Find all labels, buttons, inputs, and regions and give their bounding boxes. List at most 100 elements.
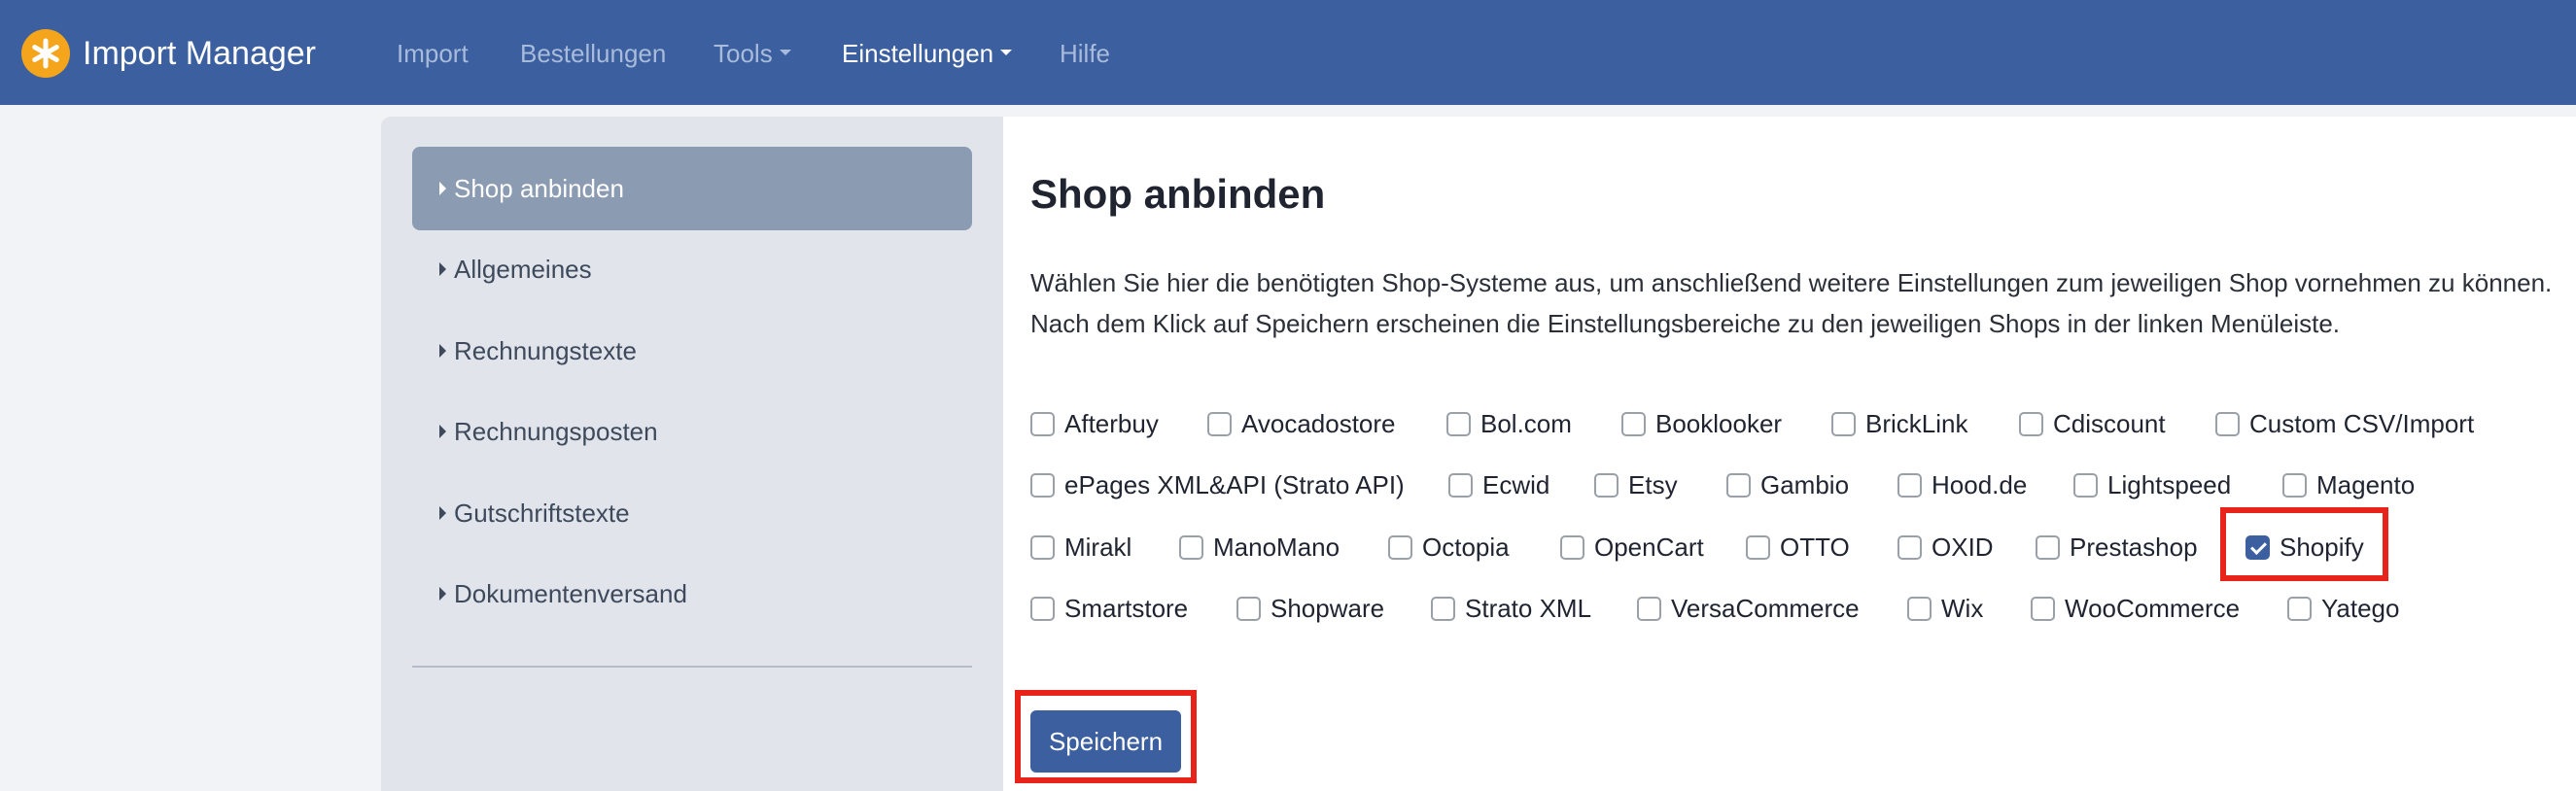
top-navbar: Import Manager Import Bestellungen Tools…: [0, 0, 2576, 105]
shop-checkbox-opencart[interactable]: OpenCart: [1560, 533, 1704, 563]
nav-bestellungen[interactable]: Bestellungen: [520, 37, 666, 70]
checkbox[interactable]: [1621, 412, 1646, 436]
checkbox-label: ePages XML&API (Strato API): [1064, 470, 1405, 499]
shop-checkbox-afterbuy[interactable]: Afterbuy: [1030, 409, 1159, 439]
checkbox[interactable]: [1594, 473, 1619, 498]
nav-import-label: Import: [397, 39, 469, 68]
shop-checkbox-gambio[interactable]: Gambio: [1726, 470, 1849, 500]
checkbox-label: OTTO: [1780, 533, 1850, 562]
checkbox-label: Shopware: [1271, 594, 1385, 623]
shop-checkbox-hood-de[interactable]: Hood.de: [1897, 470, 2027, 500]
shop-checkbox-octopia[interactable]: Octopia: [1388, 533, 1510, 563]
caret-right-icon: [439, 182, 446, 195]
shop-checkbox-magento[interactable]: Magento: [2282, 470, 2415, 500]
shop-checkbox-versacommerce[interactable]: VersaCommerce: [1637, 594, 1860, 624]
checkbox-label: Ecwid: [1482, 470, 1550, 499]
shop-checkbox-prestashop[interactable]: Prestashop: [2036, 533, 2198, 563]
checkbox[interactable]: [2282, 473, 2307, 498]
shop-checkbox-booklooker[interactable]: Booklooker: [1621, 409, 1782, 439]
shop-checkbox-manomano[interactable]: ManoMano: [1179, 533, 1340, 563]
shop-checkbox-otto[interactable]: OTTO: [1746, 533, 1850, 563]
shop-checkbox-shopware[interactable]: Shopware: [1236, 594, 1384, 624]
checkbox-label: Bol.com: [1480, 409, 1572, 438]
checkbox[interactable]: [1179, 535, 1203, 560]
nav-tools-label: Tools: [714, 39, 773, 68]
sidebar-divider: [412, 666, 972, 668]
checkbox[interactable]: [2036, 535, 2060, 560]
checkbox[interactable]: [1030, 597, 1055, 621]
checkbox[interactable]: [2073, 473, 2098, 498]
shop-checkbox-woocommerce[interactable]: WooCommerce: [2031, 594, 2240, 624]
checkbox[interactable]: [1897, 473, 1922, 498]
checkbox[interactable]: [1637, 597, 1661, 621]
checkbox[interactable]: [2031, 597, 2055, 621]
checkbox[interactable]: [1431, 597, 1455, 621]
sidebar-item-gutschriftstexte[interactable]: Gutschriftstexte: [412, 471, 972, 555]
shop-checkbox-cdiscount[interactable]: Cdiscount: [2019, 409, 2166, 439]
shop-checkbox-ecwid[interactable]: Ecwid: [1448, 470, 1549, 500]
checkbox[interactable]: [1030, 412, 1055, 436]
save-highlight-box: [1015, 690, 1197, 783]
app-title: Import Manager: [83, 34, 316, 72]
shop-checkbox-yatego[interactable]: Yatego: [2287, 594, 2399, 624]
checkbox[interactable]: [1207, 412, 1232, 436]
nav-hilfe-label: Hilfe: [1060, 39, 1111, 68]
nav-hilfe[interactable]: Hilfe: [1060, 37, 1110, 70]
checkbox[interactable]: [2287, 597, 2312, 621]
asterisk-logo-icon: [21, 29, 70, 78]
nav-tools[interactable]: Tools: [714, 37, 791, 70]
settings-sidebar: Shop anbinden Allgemeines Rechnungstexte…: [381, 117, 1003, 791]
sidebar-item-rechnungstexte[interactable]: Rechnungstexte: [412, 309, 972, 393]
shop-checkbox-etsy[interactable]: Etsy: [1594, 470, 1678, 500]
sidebar-item-allgemeines[interactable]: Allgemeines: [412, 227, 972, 311]
page-title: Shop anbinden: [1030, 171, 1326, 217]
checkbox-label: Afterbuy: [1064, 409, 1159, 438]
checkbox[interactable]: [1236, 597, 1261, 621]
checkbox[interactable]: [1746, 535, 1770, 560]
shop-checkbox-epages[interactable]: ePages XML&API (Strato API): [1030, 470, 1405, 500]
checkbox[interactable]: [1446, 412, 1471, 436]
sidebar-item-shop-anbinden[interactable]: Shop anbinden: [412, 147, 972, 230]
checkbox-label: Wix: [1941, 594, 1984, 623]
shop-checkbox-smartstore[interactable]: Smartstore: [1030, 594, 1188, 624]
sidebar-item-dokumentenversand[interactable]: Dokumentenversand: [412, 552, 972, 636]
checkbox-label: ManoMano: [1213, 533, 1340, 562]
checkbox[interactable]: [1388, 535, 1412, 560]
sidebar-item-rechnungsposten[interactable]: Rechnungsposten: [412, 390, 972, 473]
checkbox[interactable]: [1897, 535, 1922, 560]
checkbox-label: WooCommerce: [2065, 594, 2241, 623]
checkbox[interactable]: [1448, 473, 1473, 498]
checkbox-label: Smartstore: [1064, 594, 1189, 623]
checkbox-label: Avocadostore: [1241, 409, 1396, 438]
shop-checkbox-oxid[interactable]: OXID: [1897, 533, 1994, 563]
shop-checkbox-bricklink[interactable]: BrickLink: [1831, 409, 1967, 439]
brand[interactable]: Import Manager: [21, 28, 316, 79]
nav-import[interactable]: Import: [397, 37, 469, 70]
shop-checkbox-lightspeed[interactable]: Lightspeed: [2073, 470, 2231, 500]
caret-right-icon: [439, 262, 446, 276]
checkbox-label: Custom CSV/Import: [2249, 409, 2475, 438]
sidebar-item-label: Rechnungsposten: [454, 416, 658, 446]
checkbox[interactable]: [1560, 535, 1584, 560]
checkbox[interactable]: [1907, 597, 1932, 621]
checkbox-label: Strato XML: [1465, 594, 1592, 623]
checkbox[interactable]: [1030, 535, 1055, 560]
checkbox[interactable]: [1726, 473, 1751, 498]
checkbox-label: Mirakl: [1064, 533, 1132, 562]
shop-checkbox-custom-csv-import[interactable]: Custom CSV/Import: [2215, 409, 2474, 439]
sidebar-item-label: Gutschriftstexte: [454, 498, 630, 528]
shop-checkbox-wix[interactable]: Wix: [1907, 594, 1983, 624]
checkbox[interactable]: [2019, 412, 2043, 436]
checkbox[interactable]: [1831, 412, 1856, 436]
sidebar-item-label: Dokumentenversand: [454, 578, 687, 608]
shop-checkbox-avocadostore[interactable]: Avocadostore: [1207, 409, 1396, 439]
checkbox-label: VersaCommerce: [1671, 594, 1860, 623]
checkbox[interactable]: [1030, 473, 1055, 498]
shop-checkbox-bolcom[interactable]: Bol.com: [1446, 409, 1572, 439]
nav-einstellungen[interactable]: Einstellungen: [842, 37, 1013, 70]
checkbox[interactable]: [2215, 412, 2240, 436]
checkbox-label: Hood.de: [1932, 470, 2028, 499]
shop-checkbox-strato-xml[interactable]: Strato XML: [1431, 594, 1591, 624]
checkbox-label: Yatego: [2321, 594, 2400, 623]
shop-checkbox-mirakl[interactable]: Mirakl: [1030, 533, 1131, 563]
